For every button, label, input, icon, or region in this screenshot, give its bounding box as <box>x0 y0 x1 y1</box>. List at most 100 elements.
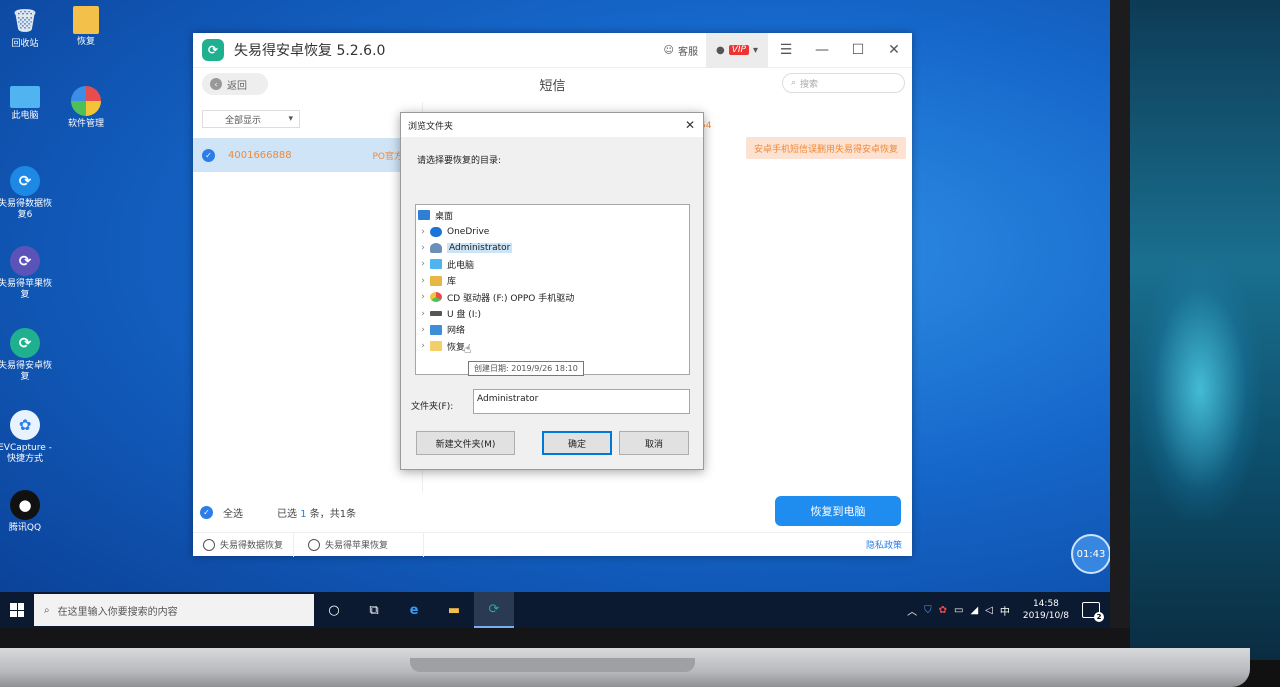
tray-app-icon[interactable]: ✿ <box>939 605 947 616</box>
laptop-bezel-bottom <box>0 628 1130 648</box>
app-ring-icon <box>308 538 321 551</box>
close-button[interactable]: ✕ <box>876 42 912 58</box>
app-toolbar: ‹ 返回 短信 ⌕ 搜索 <box>193 68 912 100</box>
tree-item-desktop[interactable]: 桌面 <box>416 207 689 223</box>
apple-recovery-app-icon: ⟳ <box>10 246 40 276</box>
user-icon <box>430 242 442 253</box>
volume-icon[interactable]: ◁ <box>985 605 993 616</box>
select-all-checkbox[interactable]: ✓ <box>200 505 213 519</box>
laptop-notch <box>410 658 695 672</box>
data-recovery-desktop-icon[interactable]: ⟳ 失易得数据恢复6 <box>0 166 53 221</box>
software-manager-desktop-icon[interactable]: 软件管理 <box>58 86 114 130</box>
laptop-bezel <box>1110 0 1130 640</box>
this-pc-desktop-icon[interactable]: 此电脑 <box>0 86 53 122</box>
message-bubble: 安卓手机短信误删用失易得安卓恢复 <box>745 137 906 159</box>
recycle-bin-desktop-icon[interactable]: 🗑 回收站 <box>0 6 53 50</box>
laptop-base <box>0 648 1250 687</box>
filter-dropdown[interactable]: 全部显示 ▾ <box>202 110 300 128</box>
app-logo-icon: ⟳ <box>202 39 224 61</box>
app-titlebar: ⟳ 失易得安卓恢复 5.2.6.0 ☺ 客服 ● VIP ▾ ☰ — ☐ ✕ <box>193 32 912 68</box>
minimize-button[interactable]: — <box>804 42 840 58</box>
expand-arrow-icon[interactable]: › <box>416 243 430 253</box>
conversation-list: 全部显示 ▾ ✓ 4001666888 PO官方 <box>193 102 423 492</box>
cancel-button[interactable]: 取消 <box>619 431 689 455</box>
background-scene <box>1130 0 1280 660</box>
task-view-icon[interactable]: ⧉ <box>354 592 394 628</box>
tree-item-usb-drive[interactable]: › U 盘 (I:) <box>416 305 689 321</box>
back-arrow-icon: ‹ <box>210 78 222 90</box>
usb-drive-icon <box>430 311 442 317</box>
expand-arrow-icon[interactable]: › <box>416 325 430 335</box>
folder-tooltip: 创建日期: 2019/9/26 18:10 <box>468 361 584 376</box>
android-recovery-desktop-icon[interactable]: ⟳ 失易得安卓恢复 <box>0 328 53 383</box>
expand-arrow-icon[interactable]: › <box>416 292 430 302</box>
search-input[interactable]: ⌕ 搜索 <box>782 73 905 93</box>
dialog-prompt: 请选择要恢复的目录: <box>417 156 502 166</box>
expand-arrow-icon[interactable]: › <box>416 259 430 269</box>
select-all-label: 全选 <box>223 508 243 520</box>
expand-arrow-icon[interactable]: › <box>416 309 430 319</box>
ime-indicator[interactable]: 中 <box>1000 603 1010 618</box>
folder-field[interactable]: Administrator <box>473 389 690 414</box>
conversation-row[interactable]: ✓ 4001666888 PO官方 <box>193 138 423 172</box>
tree-item-administrator[interactable]: › Administrator <box>416 240 689 256</box>
tree-item-onedrive[interactable]: › OneDrive <box>416 223 689 239</box>
folder-icon <box>73 6 99 34</box>
back-button[interactable]: ‹ 返回 <box>202 73 268 95</box>
notification-center-icon[interactable]: 2 <box>1082 602 1104 622</box>
taskbar-search-input[interactable]: ⌕ 在这里输入你要搜索的内容 <box>34 594 314 626</box>
edge-browser-icon[interactable]: e <box>394 592 434 628</box>
app-title: 失易得安卓恢复 5.2.6.0 <box>234 43 386 59</box>
app-ring-icon <box>203 538 215 551</box>
computer-icon <box>430 259 442 270</box>
maximize-button[interactable]: ☐ <box>840 42 876 58</box>
account-menu[interactable]: ● VIP ▾ <box>705 32 768 68</box>
tree-item-this-pc[interactable]: › 此电脑 <box>416 256 689 272</box>
windows-logo-icon <box>10 603 24 617</box>
new-folder-button[interactable]: 新建文件夹(M) <box>416 431 515 455</box>
menu-icon[interactable]: ☰ <box>768 42 804 58</box>
footer-link-apple-recovery[interactable]: 失易得苹果恢复 <box>294 532 425 557</box>
selection-count: 已选 1 条，共1条 <box>277 508 357 520</box>
privacy-policy-link[interactable]: 隐私政策 <box>866 538 902 551</box>
clock[interactable]: 14:58 2019/10/8 <box>1023 598 1069 622</box>
folder-field-label: 文件夹(F): <box>411 402 454 412</box>
start-button[interactable] <box>0 603 34 617</box>
expand-arrow-icon[interactable]: › <box>416 227 430 237</box>
ok-button[interactable]: 确定 <box>542 431 612 455</box>
expand-arrow-icon[interactable]: › <box>416 276 430 286</box>
checkbox-checked[interactable]: ✓ <box>202 148 215 162</box>
chevron-up-icon[interactable]: ︿ <box>907 603 917 618</box>
tree-item-recover-folder[interactable]: › 恢复 <box>416 338 689 354</box>
qq-desktop-icon[interactable]: ● 腾讯QQ <box>0 490 53 534</box>
caret-down-icon: ▾ <box>752 44 758 56</box>
cloud-icon <box>430 226 442 237</box>
shield-icon[interactable]: ⛉ <box>924 605 932 616</box>
desktop: 🗑 回收站 恢复 此电脑 软件管理 ⟳ 失易得数据恢复6 ⟳ 失易得苹果恢复 ⟳… <box>0 0 1110 628</box>
library-icon <box>430 275 442 286</box>
qq-penguin-icon: ● <box>10 490 40 520</box>
evcapture-icon: ✿ <box>10 410 40 440</box>
android-recovery-app-icon: ⟳ <box>10 328 40 358</box>
folder-tree[interactable]: 桌面 › OneDrive › Administrator › 此电脑 › 库 <box>415 204 690 375</box>
expand-arrow-icon[interactable]: › <box>416 341 430 351</box>
android-recovery-taskbar-icon[interactable]: ⟳ <box>474 592 514 628</box>
recover-to-pc-button[interactable]: 恢复到电脑 <box>775 496 901 526</box>
dialog-close-button[interactable]: ✕ <box>677 118 703 132</box>
tree-item-cd-drive[interactable]: › CD 驱动器 (F:) OPPO 手机驱动 <box>416 289 689 305</box>
recover-folder-desktop-icon[interactable]: 恢复 <box>58 6 114 48</box>
footer-link-data-recovery[interactable]: 失易得数据恢复 <box>193 532 295 557</box>
vip-badge: VIP <box>728 45 749 55</box>
folder-icon <box>430 341 442 352</box>
cortana-icon[interactable]: ○ <box>314 592 354 628</box>
apple-recovery-desktop-icon[interactable]: ⟳ 失易得苹果恢复 <box>0 246 53 301</box>
battery-icon[interactable]: ▭ <box>954 605 963 616</box>
tree-item-library[interactable]: › 库 <box>416 273 689 289</box>
caret-down-icon: ▾ <box>288 114 293 124</box>
wifi-icon[interactable]: ◢ <box>970 605 978 616</box>
tree-item-network[interactable]: › 网络 <box>416 322 689 338</box>
file-explorer-icon[interactable]: ▬ <box>434 592 474 628</box>
customer-service-button[interactable]: ☺ 客服 <box>656 43 706 58</box>
qq-icon: ● <box>715 44 725 56</box>
evcapture-desktop-icon[interactable]: ✿ EVCapture - 快捷方式 <box>0 410 53 465</box>
